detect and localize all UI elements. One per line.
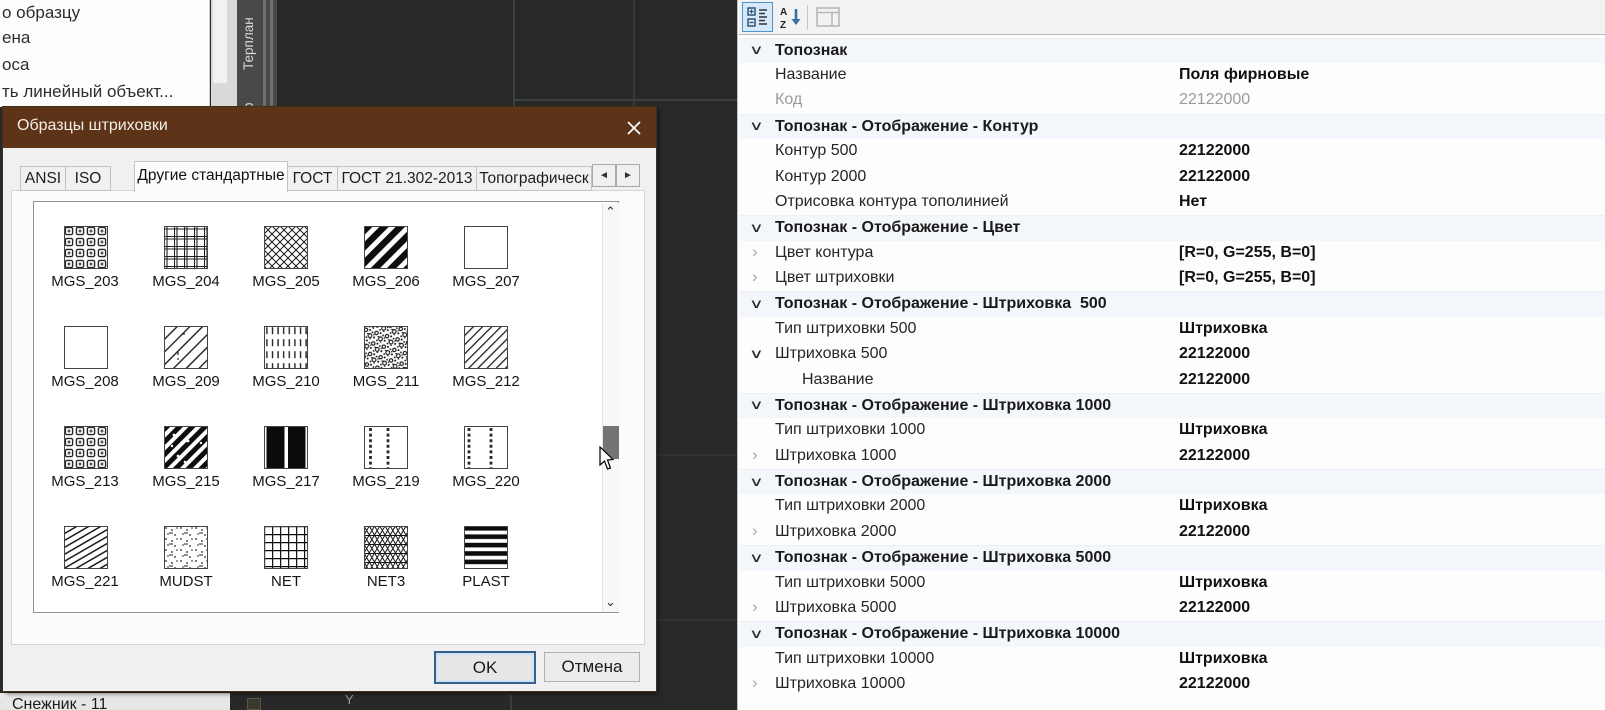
svg-text:Z: Z (780, 20, 786, 31)
svg-text:A: A (780, 7, 787, 18)
